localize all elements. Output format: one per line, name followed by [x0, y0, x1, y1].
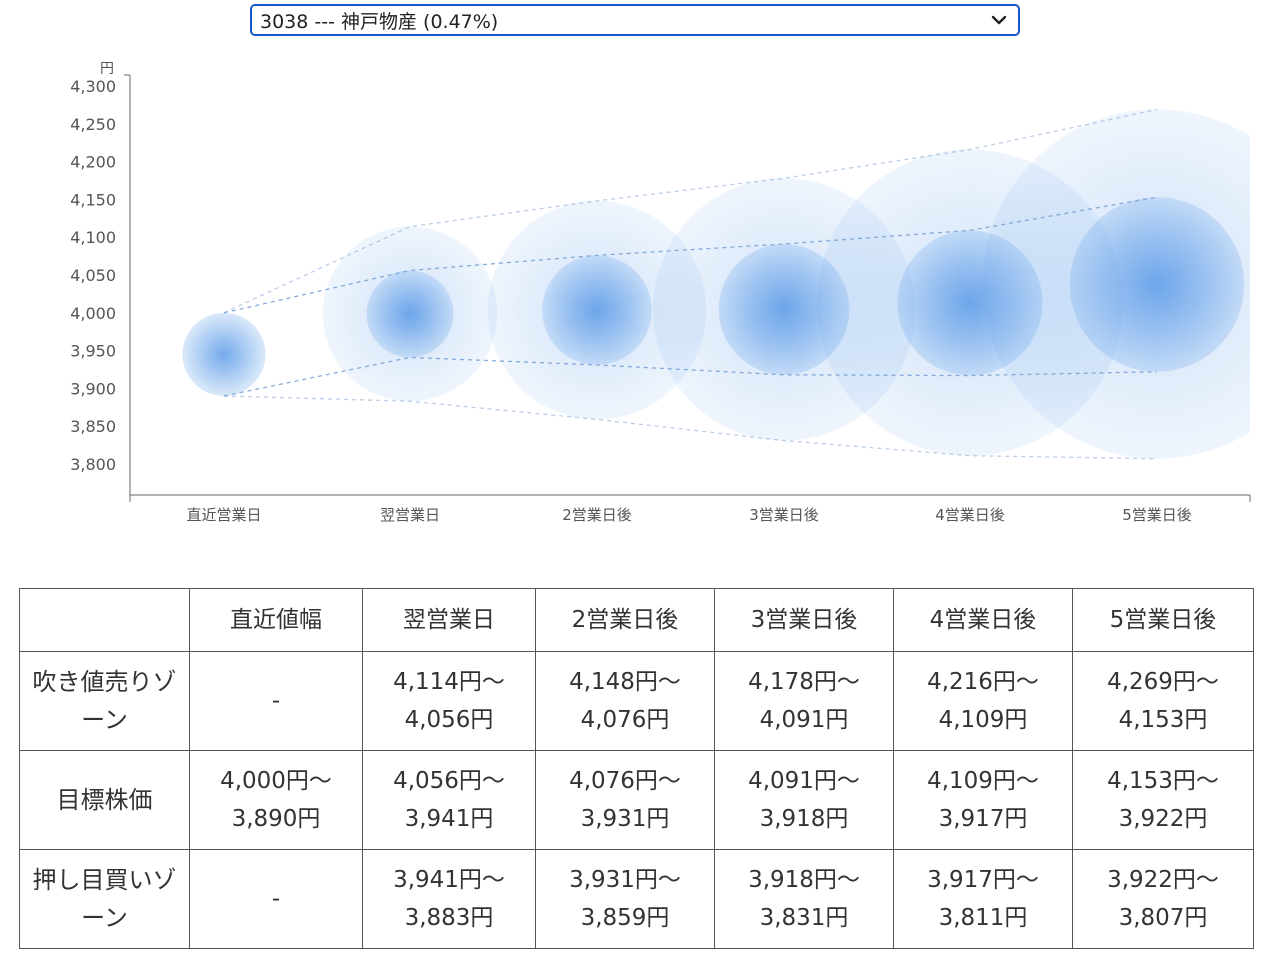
cell-value: 3,941円〜	[393, 867, 505, 893]
target-range-bubble	[542, 255, 652, 365]
table-row: 吹き値売りゾーン - 4,114円〜 4,056円 4,148円〜 4,076円 4,178…	[19, 651, 1254, 751]
forecast-table-container: 直近値幅 翌営業日 2営業日後 3営業日後 4営業日後 5営業日後 吹き値売りゾーン - 4,…	[19, 588, 1254, 949]
cell-value: 4,178円〜	[748, 669, 860, 695]
y-tick-label: 3,800	[70, 455, 116, 474]
cell-value: 4,076円〜	[569, 768, 681, 794]
cell-value: 3,917円	[938, 806, 1028, 832]
table-cell: 3,918円〜 3,831円	[714, 849, 894, 949]
x-tick-label: 直近営業日	[186, 506, 261, 524]
x-tick-label: 2営業日後	[562, 506, 632, 524]
y-tick-label: 4,000	[70, 304, 116, 323]
table-header-cell: 4営業日後	[893, 588, 1073, 652]
cell-value: 3,883円	[404, 905, 494, 931]
target-range-bubble	[1069, 197, 1245, 372]
cell-value: 3,831円	[759, 905, 849, 931]
table-header-row: 直近値幅 翌営業日 2営業日後 3営業日後 4営業日後 5営業日後	[19, 588, 1254, 652]
cell-value: 4,056円〜	[393, 768, 505, 794]
x-tick-label: 翌営業日	[380, 506, 440, 524]
cell-value: 4,091円	[759, 707, 849, 733]
cell-value: 3,931円〜	[569, 867, 681, 893]
table-corner-cell	[19, 588, 190, 652]
cell-value: 4,148円〜	[569, 669, 681, 695]
x-tick-label: 4営業日後	[935, 506, 1005, 524]
cell-value: 3,931円	[580, 806, 670, 832]
cell-value: 3,811円	[938, 905, 1028, 931]
cell-value: 3,890円	[231, 806, 321, 832]
target-range-bubble	[897, 230, 1043, 376]
table-row: 目標株価 4,000円〜 3,890円 4,056円〜 3,941円 4,076円〜 3,9…	[19, 750, 1254, 850]
row-label: 吹き値売りゾーン	[19, 651, 190, 751]
stock-select-value: 3038 --- 神戸物産 (0.47%)	[260, 10, 499, 33]
x-tick-label: 3営業日後	[749, 506, 819, 524]
y-tick-label: 4,300	[70, 77, 116, 96]
target-range-bubble	[182, 312, 266, 396]
table-cell: 4,269円〜 4,153円	[1072, 651, 1254, 751]
table-cell: -	[189, 651, 363, 751]
cell-value: -	[271, 688, 281, 714]
target-range-bubble	[718, 244, 850, 375]
y-tick-label: 4,250	[70, 115, 116, 134]
table-cell: -	[189, 849, 363, 949]
row-label: 押し目買いゾーン	[19, 849, 190, 949]
cell-value: 4,109円	[938, 707, 1028, 733]
cell-value: 4,076円	[580, 707, 670, 733]
cell-value: 4,216円〜	[927, 669, 1039, 695]
plot-area	[182, 108, 1250, 460]
cell-value: 4,153円〜	[1107, 768, 1219, 794]
y-tick-label: 3,900	[70, 379, 116, 398]
cell-value: 3,918円	[759, 806, 849, 832]
price-forecast-chart: 円4,300 4,250 4,200 4,150 4,100 4,050 4,000 3,95…	[70, 61, 1251, 524]
cell-value: 3,922円〜	[1107, 867, 1219, 893]
cell-value: 4,000円〜	[220, 768, 332, 794]
cell-value: 4,269円〜	[1107, 669, 1219, 695]
table-cell: 4,056円〜 3,941円	[362, 750, 536, 850]
table-cell: 4,114円〜 4,056円	[362, 651, 536, 751]
cell-value: 3,941円	[404, 806, 494, 832]
cell-value: 3,917円〜	[927, 867, 1039, 893]
cell-value: 3,807円	[1118, 905, 1208, 931]
table-cell: 3,931円〜 3,859円	[535, 849, 715, 949]
cell-value: 4,153円	[1118, 707, 1208, 733]
y-tick-label: 3,950	[70, 342, 116, 361]
target-range-bubble	[366, 270, 454, 358]
table-header-cell: 5営業日後	[1072, 588, 1254, 652]
forecast-table: 直近値幅 翌営業日 2営業日後 3営業日後 4営業日後 5営業日後 吹き値売りゾーン - 4,…	[19, 588, 1254, 949]
cell-value: 3,922円	[1118, 806, 1208, 832]
table-cell: 3,941円〜 3,883円	[362, 849, 536, 949]
table-header-cell: 2営業日後	[535, 588, 715, 652]
cell-value: 4,109円〜	[927, 768, 1039, 794]
table-cell: 4,153円〜 3,922円	[1072, 750, 1254, 850]
y-tick-label: 4,100	[70, 228, 116, 247]
table-cell: 3,917円〜 3,811円	[893, 849, 1073, 949]
y-tick-label: 4,200	[70, 153, 116, 172]
table-header-cell: 3営業日後	[714, 588, 894, 652]
table-header-cell: 直近値幅	[189, 588, 363, 652]
table-cell: 4,076円〜 3,931円	[535, 750, 715, 850]
stock-select[interactable]: 3038 --- 神戸物産 (0.47%)	[250, 4, 1020, 36]
x-tick-label: 5営業日後	[1122, 506, 1192, 524]
table-cell: 4,000円〜 3,890円	[189, 750, 363, 850]
table-row: 押し目買いゾーン - 3,941円〜 3,883円 3,931円〜 3,859円 3,918…	[19, 849, 1254, 949]
cell-value: -	[271, 886, 281, 912]
y-tick-label: 3,850	[70, 417, 116, 436]
table-cell: 4,178円〜 4,091円	[714, 651, 894, 751]
table-cell: 4,091円〜 3,918円	[714, 750, 894, 850]
table-cell: 4,109円〜 3,917円	[893, 750, 1073, 850]
y-tick-label: 4,150	[70, 190, 116, 209]
table-cell: 4,148円〜 4,076円	[535, 651, 715, 751]
cell-value: 3,918円〜	[748, 867, 860, 893]
table-cell: 3,922円〜 3,807円	[1072, 849, 1254, 949]
chevron-down-icon	[991, 15, 1007, 25]
cell-value: 4,056円	[404, 707, 494, 733]
cell-value: 4,091円〜	[748, 768, 860, 794]
y-axis-unit-label: 円	[100, 61, 114, 77]
table-cell: 4,216円〜 4,109円	[893, 651, 1073, 751]
cell-value: 4,114円〜	[393, 669, 505, 695]
row-label: 目標株価	[19, 750, 190, 850]
y-tick-label: 4,050	[70, 266, 116, 285]
cell-value: 3,859円	[580, 905, 670, 931]
table-header-cell: 翌営業日	[362, 588, 536, 652]
